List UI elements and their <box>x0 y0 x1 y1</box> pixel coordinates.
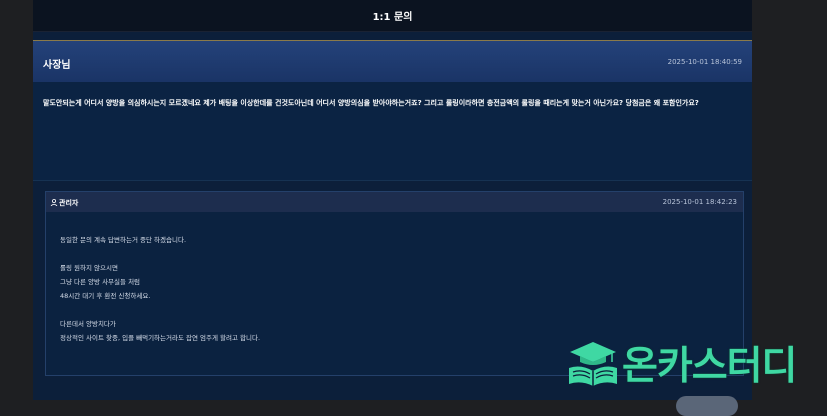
watermark-logo: 온카스터디 <box>566 338 797 389</box>
answer-date: 2025-10-01 18:42:23 <box>662 198 737 206</box>
question-body: 말도안되는게 어디서 양방을 의심하시는지 모르겠네요 제가 배팅을 이상한데를… <box>33 82 752 181</box>
question-author: 사장님 <box>43 60 71 71</box>
answer-line: 동일한 문의 계속 답변하는거 중단 하겠습니다. <box>60 236 187 244</box>
answer-header: 관리자 2025-10-01 18:42:23 <box>46 192 743 212</box>
graduation-cap-book-icon <box>569 342 617 386</box>
answer-line: 다른데서 양방치다가 <box>60 320 116 328</box>
answer-line: 정상적인 사이트 찾중, 입플 빼먹기하는거라도 잡연 엄주게 할려고 합니다. <box>60 334 261 342</box>
answer-line: 롤링 원하지 않으시면 <box>60 264 118 272</box>
question-text: 말도안되는게 어디서 양방을 의심하시는지 모르겠네요 제가 배팅을 이상한데를… <box>43 99 699 107</box>
page-title: 1:1 문의 <box>372 12 413 23</box>
answer-author: 관리자 <box>59 199 79 207</box>
answer-line: 48시간 대기 후 환전 신청하세요. <box>60 292 151 300</box>
watermark-text: 온카스터디 <box>622 344 797 389</box>
question-header: 사장님 2025-10-01 18:40:59 <box>33 40 752 82</box>
question-date: 2025-10-01 18:40:59 <box>667 58 742 66</box>
floating-button[interactable] <box>676 396 738 416</box>
page-title-bar: 1:1 문의 <box>33 0 752 32</box>
answer-line: 그냥 다른 양방 사무실들 처럼 <box>60 278 141 286</box>
admin-person-icon <box>50 199 58 206</box>
answer-author-wrap: 관리자 <box>50 198 78 208</box>
